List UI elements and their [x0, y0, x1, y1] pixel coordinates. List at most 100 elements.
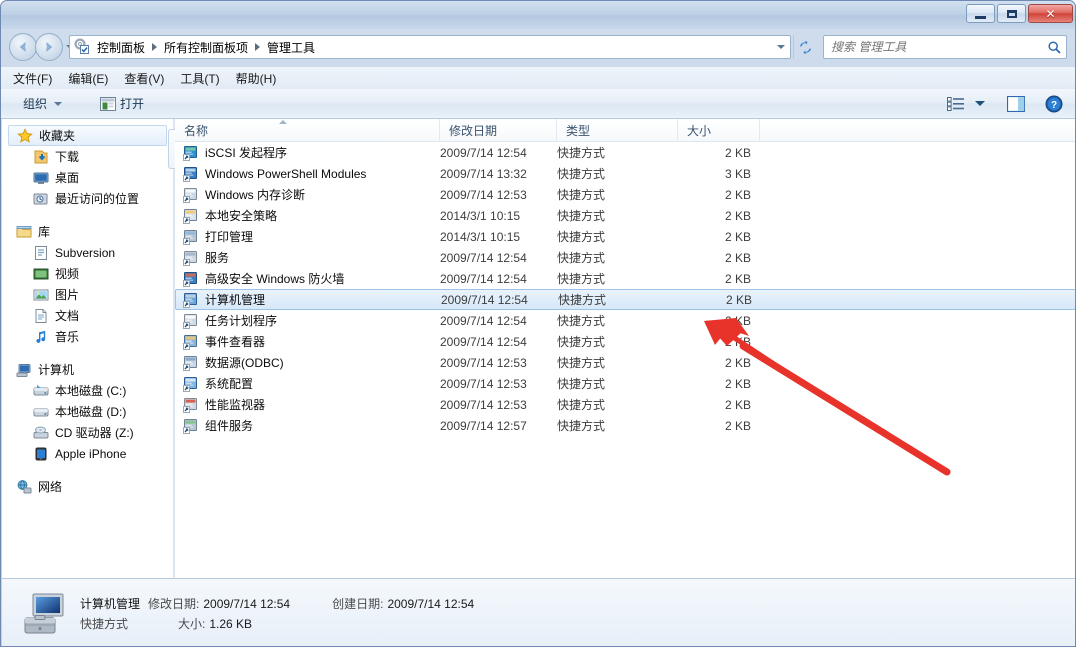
open-label: 打开: [120, 95, 144, 112]
sidebar-item-label: Subversion: [55, 246, 115, 260]
breadcrumb-item-2[interactable]: 管理工具: [265, 39, 317, 56]
table-row[interactable]: 打印管理2014/3/1 10:15快捷方式2 KB: [175, 226, 1076, 247]
menu-item-help[interactable]: 帮助(H): [236, 68, 287, 89]
cd-drive-icon: [33, 425, 49, 441]
file-type-cell: 快捷方式: [558, 291, 679, 308]
file-size-cell: 2 KB: [679, 293, 761, 307]
help-icon: ?: [1045, 95, 1063, 113]
sidebar-item-1[interactable]: 下载: [2, 146, 173, 167]
maximize-button[interactable]: [997, 4, 1026, 23]
file-date-cell: 2009/7/14 12:54: [441, 293, 558, 307]
preview-pane-button[interactable]: [1003, 92, 1029, 116]
menu-item-view[interactable]: 查看(V): [124, 68, 174, 89]
sidebar-item-3[interactable]: 最近访问的位置: [2, 188, 173, 209]
open-button[interactable]: 打开: [92, 92, 152, 116]
drive-icon: [33, 404, 49, 420]
file-size-cell: 2 KB: [678, 377, 760, 391]
menu-item-tools[interactable]: 工具(T): [180, 68, 229, 89]
command-bar: 组织 打开: [1, 89, 1076, 119]
sidebar-item-label: 收藏夹: [39, 127, 75, 144]
sidebar-item-label: 网络: [38, 478, 62, 495]
table-row[interactable]: 组件服务2009/7/14 12:57快捷方式2 KB: [175, 415, 1076, 436]
sidebar-item-6[interactable]: Subversion: [2, 242, 173, 263]
table-row[interactable]: iSCSI 发起程序2009/7/14 12:54快捷方式2 KB: [175, 142, 1076, 163]
search-icon[interactable]: [1042, 40, 1066, 55]
table-row[interactable]: 任务计划程序2009/7/14 12:54快捷方式2 KB: [175, 310, 1076, 331]
table-row[interactable]: 事件查看器2009/7/14 12:54快捷方式2 KB: [175, 331, 1076, 352]
sidebar-item-16[interactable]: Apple iPhone: [2, 443, 173, 464]
nav-group-gap: [2, 209, 173, 221]
breadcrumb[interactable]: 控制面板 所有控制面板项 管理工具: [69, 35, 791, 59]
search-input[interactable]: [824, 39, 1042, 55]
view-dropdown-button[interactable]: [971, 92, 989, 116]
sidebar-item-10[interactable]: 音乐: [2, 326, 173, 347]
sidebar-item-13[interactable]: 本地磁盘 (C:): [2, 380, 173, 401]
sidebar-item-15[interactable]: CD 驱动器 (Z:): [2, 422, 173, 443]
details-modified-value: 2009/7/14 12:54: [203, 597, 290, 611]
sidebar-item-7[interactable]: 视频: [2, 263, 173, 284]
content-area: 收藏夹下载桌面最近访问的位置库Subversion视频图片文档音乐计算机本地磁盘…: [2, 119, 1076, 578]
table-row[interactable]: 计算机管理2009/7/14 12:54快捷方式2 KB: [175, 289, 1076, 310]
organize-button[interactable]: 组织: [15, 92, 70, 116]
sidebar-item-9[interactable]: 文档: [2, 305, 173, 326]
change-view-button[interactable]: [943, 92, 969, 116]
file-size-cell: 2 KB: [678, 335, 760, 349]
column-header-date[interactable]: 修改日期: [440, 119, 557, 142]
breadcrumb-separator-icon[interactable]: [152, 43, 157, 51]
file-name-cell: 数据源(ODBC): [175, 354, 440, 371]
file-size-cell: 2 KB: [678, 146, 760, 160]
file-type-cell: 快捷方式: [557, 165, 678, 182]
sidebar-item-2[interactable]: 桌面: [2, 167, 173, 188]
sidebar-item-label: 音乐: [55, 328, 79, 345]
table-row[interactable]: 高级安全 Windows 防火墙2009/7/14 12:54快捷方式2 KB: [175, 268, 1076, 289]
shortcut-firewall-icon: [183, 271, 199, 287]
refresh-button[interactable]: [793, 35, 817, 59]
file-name-label: 性能监视器: [205, 396, 265, 413]
forward-button[interactable]: [35, 33, 63, 61]
back-button[interactable]: [9, 33, 37, 61]
table-row[interactable]: 系统配置2009/7/14 12:53快捷方式2 KB: [175, 373, 1076, 394]
breadcrumb-item-1[interactable]: 所有控制面板项: [162, 39, 250, 56]
file-name-label: 事件查看器: [205, 333, 265, 350]
file-name-label: 本地安全策略: [205, 207, 277, 224]
star-icon: [17, 128, 33, 144]
table-row[interactable]: 性能监视器2009/7/14 12:53快捷方式2 KB: [175, 394, 1076, 415]
close-button[interactable]: ✕: [1028, 4, 1073, 23]
menu-item-file[interactable]: 文件(F): [13, 68, 62, 89]
sidebar-item-18[interactable]: 网络: [2, 476, 173, 497]
sidebar-item-label: 图片: [55, 286, 79, 303]
sidebar-item-0[interactable]: 收藏夹: [8, 125, 167, 146]
network-icon: [16, 479, 32, 495]
sidebar-item-12[interactable]: 计算机: [2, 359, 173, 380]
sidebar-item-8[interactable]: 图片: [2, 284, 173, 305]
iphone-icon: [33, 446, 49, 462]
shortcut-dcomcnfg-icon: [183, 418, 199, 434]
table-row[interactable]: 数据源(ODBC)2009/7/14 12:53快捷方式2 KB: [175, 352, 1076, 373]
file-name-cell: Windows PowerShell Modules: [175, 166, 440, 182]
file-date-cell: 2009/7/14 12:53: [440, 356, 557, 370]
column-headers: 名称 修改日期 类型 大小: [175, 119, 1076, 142]
computer-icon: [16, 362, 32, 378]
file-type-cell: 快捷方式: [557, 312, 678, 329]
shortcut-taskscheduler-icon: [183, 313, 199, 329]
help-button[interactable]: ?: [1041, 92, 1067, 116]
column-header-name[interactable]: 名称: [175, 119, 440, 142]
menu-item-edit[interactable]: 编辑(E): [68, 68, 118, 89]
videos-icon: [33, 266, 49, 282]
table-row[interactable]: Windows 内存诊断2009/7/14 12:53快捷方式2 KB: [175, 184, 1076, 205]
table-row[interactable]: 本地安全策略2014/3/1 10:15快捷方式2 KB: [175, 205, 1076, 226]
minimize-button[interactable]: [966, 4, 995, 23]
column-header-size[interactable]: 大小: [678, 119, 760, 142]
search-box[interactable]: [823, 35, 1067, 59]
file-name-cell: 本地安全策略: [175, 207, 440, 224]
shortcut-msconfig-icon: [183, 376, 199, 392]
breadcrumb-separator-icon[interactable]: [255, 43, 260, 51]
sidebar-item-14[interactable]: 本地磁盘 (D:): [2, 401, 173, 422]
table-row[interactable]: Windows PowerShell Modules2009/7/14 13:3…: [175, 163, 1076, 184]
column-header-type[interactable]: 类型: [557, 119, 678, 142]
file-date-cell: 2009/7/14 12:54: [440, 251, 557, 265]
address-dropdown-button[interactable]: [772, 36, 790, 58]
sidebar-item-5[interactable]: 库: [2, 221, 173, 242]
table-row[interactable]: 服务2009/7/14 12:54快捷方式2 KB: [175, 247, 1076, 268]
breadcrumb-item-0[interactable]: 控制面板: [95, 39, 147, 56]
